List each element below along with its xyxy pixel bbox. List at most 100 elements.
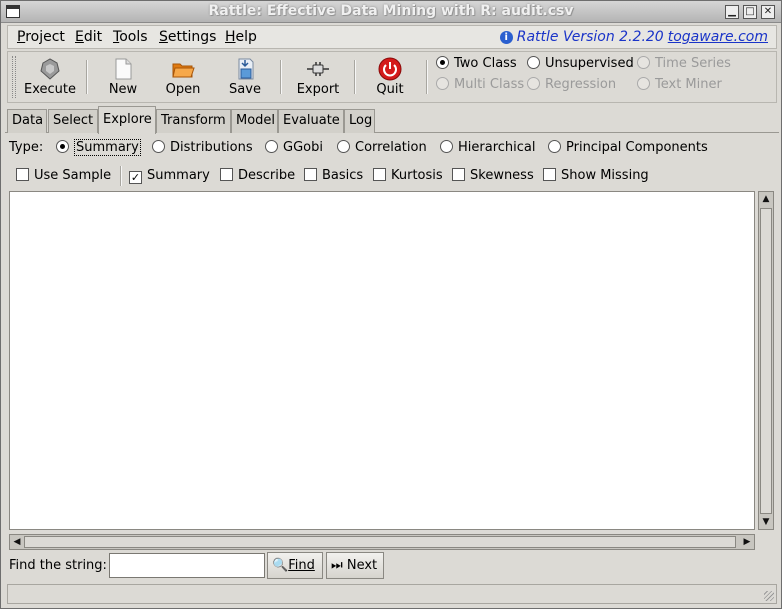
describe-checkbox[interactable]: Describe <box>220 168 295 183</box>
save-button[interactable]: Save <box>220 54 270 100</box>
execute-button[interactable]: Execute <box>22 54 78 100</box>
distributions-label: Distributions <box>170 140 253 155</box>
radio-indicator <box>436 56 449 69</box>
menu-edit[interactable]: Edit <box>75 29 102 45</box>
radio-indicator <box>152 140 165 153</box>
radio-indicator <box>337 140 350 153</box>
options-separator <box>120 166 122 186</box>
tab-transform[interactable]: Transform <box>156 109 231 133</box>
export-button[interactable]: Export <box>292 54 344 100</box>
menu-help[interactable]: Help <box>225 29 257 45</box>
scroll-right-icon[interactable]: ▶ <box>741 536 753 548</box>
checkbox-indicator <box>452 168 465 181</box>
next-arrow-icon: ⏭ <box>331 558 343 573</box>
summary-type-label: Summary <box>74 139 141 156</box>
menu-tools[interactable]: Tools <box>113 29 148 45</box>
type-principal-components-radio[interactable]: Principal Components <box>548 140 708 155</box>
find-button[interactable]: 🔍Find <box>267 552 323 579</box>
mode-multi-class-radio: Multi Class <box>436 77 524 92</box>
mode-text-miner-radio: Text Miner <box>637 77 722 92</box>
checkbox-indicator <box>304 168 317 181</box>
time-series-label: Time Series <box>655 56 731 71</box>
type-correlation-radio[interactable]: Correlation <box>337 140 427 155</box>
multi-class-label: Multi Class <box>454 77 525 92</box>
show-missing-label: Show Missing <box>561 168 649 183</box>
new-file-icon <box>115 58 132 80</box>
type-hierarchical-radio[interactable]: Hierarchical <box>440 140 535 155</box>
new-label: New <box>108 82 138 97</box>
toolbar-separator <box>280 60 282 94</box>
ggobi-label: GGobi <box>283 140 323 155</box>
mode-unsupervised-radio[interactable]: Unsupervised <box>527 56 634 71</box>
quit-button[interactable]: Quit <box>366 54 414 100</box>
close-icon[interactable]: ✕ <box>761 5 775 19</box>
maximize-icon[interactable]: □ <box>743 5 757 19</box>
tab-explore[interactable]: Explore <box>98 106 156 134</box>
toolbar-separator <box>354 60 356 94</box>
mode-two-class-radio[interactable]: Two Class <box>436 56 517 71</box>
new-button[interactable]: New <box>98 54 148 100</box>
checkbox-indicator <box>373 168 386 181</box>
resize-grip-icon[interactable] <box>764 591 774 601</box>
type-ggobi-radio[interactable]: GGobi <box>265 140 323 155</box>
tab-evaluate[interactable]: Evaluate <box>278 109 344 133</box>
checkbox-indicator <box>220 168 233 181</box>
summary-option-label: Summary <box>147 168 210 183</box>
unsupervised-label: Unsupervised <box>545 56 634 71</box>
basics-label: Basics <box>322 168 364 183</box>
quit-power-icon <box>378 57 402 81</box>
kurtosis-label: Kurtosis <box>391 168 443 183</box>
togaware-link[interactable]: togaware.com <box>668 29 768 45</box>
two-class-label: Two Class <box>454 56 517 71</box>
vertical-scrollbar[interactable]: ▲ ▼ <box>758 191 774 530</box>
regression-label: Regression <box>545 77 617 92</box>
output-textview[interactable] <box>9 191 755 530</box>
tab-data[interactable]: Data <box>7 109 47 133</box>
kurtosis-checkbox[interactable]: Kurtosis <box>373 168 443 183</box>
folder-open-icon <box>172 63 195 78</box>
scroll-left-icon[interactable]: ◀ <box>11 536 23 548</box>
tab-model[interactable]: Model <box>231 109 278 133</box>
next-button[interactable]: ⏭ Next <box>326 552 384 579</box>
checkmark-icon: ✓ <box>129 171 142 184</box>
summary-checkbox[interactable]: ✓ Summary <box>129 168 210 184</box>
open-button[interactable]: Open <box>158 54 208 100</box>
menu-project[interactable]: Project <box>17 29 65 45</box>
app-window: Rattle: Effective Data Mining with R: au… <box>0 0 782 609</box>
type-distributions-radio[interactable]: Distributions <box>152 140 253 155</box>
radio-indicator <box>548 140 561 153</box>
checkbox-indicator <box>543 168 556 181</box>
checkbox-indicator <box>16 168 29 181</box>
find-label: Find the string: <box>9 558 107 573</box>
open-label: Open <box>165 82 201 97</box>
type-summary-radio[interactable]: Summary <box>56 139 141 156</box>
radio-indicator <box>436 77 449 90</box>
find-input[interactable] <box>109 553 265 578</box>
show-missing-checkbox[interactable]: Show Missing <box>543 168 649 183</box>
hierarchical-label: Hierarchical <box>458 140 536 155</box>
tab-log[interactable]: Log <box>344 109 375 133</box>
version-info: i Rattle Version 2.2.20 togaware.com <box>499 29 768 45</box>
skewness-checkbox[interactable]: Skewness <box>452 168 534 183</box>
basics-checkbox[interactable]: Basics <box>304 168 363 183</box>
toolbar-grip[interactable] <box>12 56 16 98</box>
horizontal-scrollbar[interactable]: ◀ ▶ <box>9 534 755 550</box>
execute-icon <box>40 58 60 80</box>
horizontal-scroll-thumb[interactable] <box>24 536 736 548</box>
menu-bar: Project Edit Tools Settings Help i Rattle… <box>7 25 777 49</box>
menu-settings[interactable]: Settings <box>159 29 216 45</box>
use-sample-checkbox[interactable]: Use Sample <box>16 168 111 183</box>
scroll-up-icon[interactable]: ▲ <box>760 193 772 205</box>
minimize-icon[interactable]: ▁ <box>725 5 739 19</box>
scroll-down-icon[interactable]: ▼ <box>760 516 772 528</box>
correlation-label: Correlation <box>355 140 427 155</box>
describe-label: Describe <box>238 168 296 183</box>
save-icon <box>238 58 254 80</box>
radio-indicator <box>265 140 278 153</box>
window-title: Rattle: Effective Data Mining with R: au… <box>208 3 574 19</box>
status-bar <box>7 584 777 604</box>
vertical-scroll-thumb[interactable] <box>760 208 772 514</box>
tab-select[interactable]: Select <box>48 109 98 133</box>
radio-indicator <box>637 56 650 69</box>
title-bar[interactable]: Rattle: Effective Data Mining with R: au… <box>1 1 781 23</box>
